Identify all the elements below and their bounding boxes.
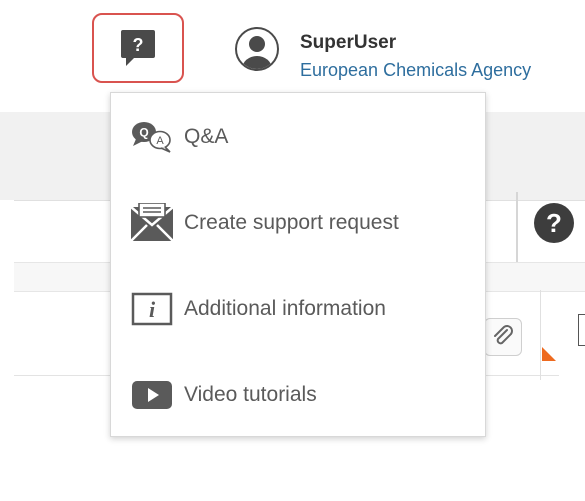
column-separator (540, 290, 541, 380)
help-circle-icon[interactable]: ? (534, 203, 574, 243)
menu-item-video-tutorials[interactable]: Video tutorials (111, 365, 485, 425)
user-organisation[interactable]: European Chemicals Agency (300, 60, 531, 81)
menu-item-label: Video tutorials (184, 383, 317, 406)
help-speech-bubble-icon: ? (121, 30, 155, 66)
video-play-icon (129, 372, 175, 418)
qa-speech-bubbles-icon: Q A (129, 114, 175, 160)
paperclip-icon (494, 325, 513, 345)
menu-item-qa[interactable]: Q A Q&A (111, 107, 485, 167)
panel-edge (578, 314, 585, 346)
toolbar-separator (516, 192, 518, 262)
help-button[interactable]: ? (92, 13, 184, 83)
menu-item-label: Create support request (184, 211, 399, 234)
status-flag-icon (542, 347, 556, 361)
help-menu: Q A Q&A Create support request i Additio… (110, 92, 486, 437)
svg-text:i: i (149, 297, 156, 322)
menu-item-additional-information[interactable]: i Additional information (111, 279, 485, 339)
svg-text:A: A (156, 135, 164, 147)
envelope-icon (129, 200, 175, 246)
menu-item-label: Q&A (184, 125, 229, 148)
user-name[interactable]: SuperUser (300, 32, 396, 54)
attachment-button[interactable] (484, 318, 522, 356)
help-glyph: ? (133, 35, 144, 55)
user-avatar-icon (242, 36, 272, 69)
menu-item-create-support-request[interactable]: Create support request (111, 193, 485, 253)
user-avatar[interactable] (235, 27, 279, 71)
menu-item-label: Additional information (184, 297, 386, 320)
svg-text:Q: Q (139, 126, 148, 140)
info-icon: i (129, 286, 175, 332)
